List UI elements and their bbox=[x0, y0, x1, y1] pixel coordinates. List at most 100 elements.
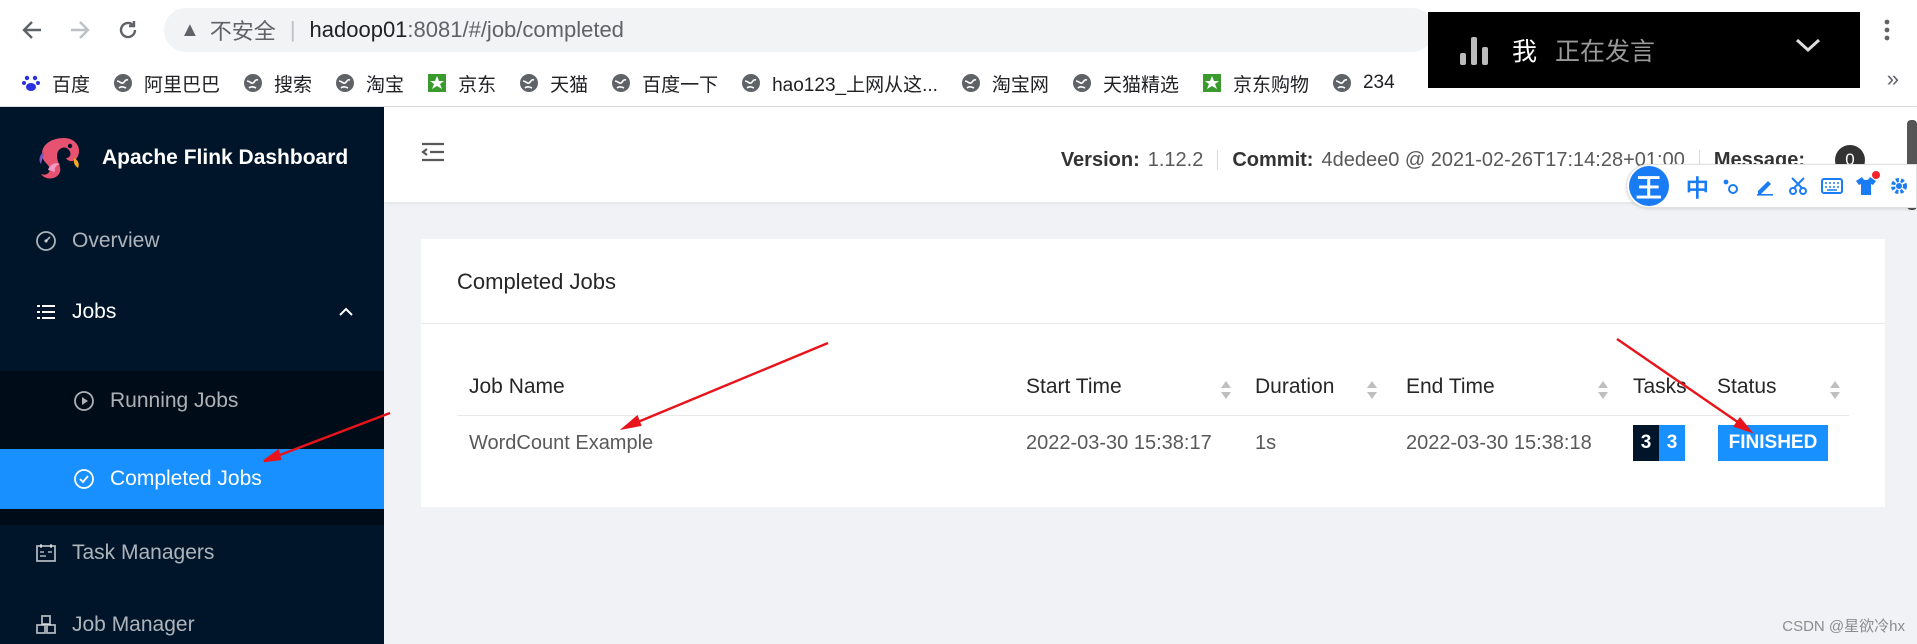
version-value: 1.12.2 bbox=[1147, 148, 1204, 171]
cell-tasks: 3 3 bbox=[1633, 425, 1685, 461]
column-header-duration[interactable]: Duration bbox=[1255, 375, 1334, 399]
column-header-end-time[interactable]: End Time bbox=[1406, 375, 1495, 399]
sidebar-item-task-managers[interactable]: Task Managers bbox=[0, 523, 384, 583]
list-icon bbox=[34, 300, 58, 324]
menu-fold-icon bbox=[421, 142, 444, 162]
globe-icon bbox=[242, 72, 264, 94]
url-divider: | bbox=[289, 17, 296, 42]
play-circle-icon bbox=[72, 389, 96, 413]
url-path: :8081/#/job/completed bbox=[407, 17, 624, 42]
commit-label: Commit: bbox=[1232, 148, 1314, 171]
baidu-paw-icon bbox=[20, 72, 42, 94]
keyboard-icon[interactable] bbox=[1815, 169, 1849, 203]
chevron-up-icon[interactable] bbox=[338, 306, 354, 318]
security-status: 不安全 bbox=[209, 19, 276, 44]
commit-value: 4dedee0 @ 2021-02-26T17:14:28+01:00 bbox=[1321, 148, 1685, 171]
kebab-menu-icon bbox=[1884, 19, 1890, 41]
sort-caret-icon[interactable] bbox=[1596, 378, 1610, 402]
pen-icon[interactable] bbox=[1748, 169, 1782, 203]
sidebar-item-label: Completed Jobs bbox=[110, 467, 262, 490]
bookmark-tmall-select[interactable]: 天猫精选 bbox=[1071, 70, 1179, 97]
sidebar-item-label: Overview bbox=[72, 229, 160, 252]
sidebar-item-jobs[interactable]: Jobs bbox=[0, 282, 384, 342]
globe-icon bbox=[334, 72, 356, 94]
globe-icon bbox=[960, 72, 982, 94]
card-divider bbox=[421, 323, 1885, 324]
menu-fold-button[interactable] bbox=[420, 141, 446, 168]
card-title: Completed Jobs bbox=[457, 269, 616, 294]
reload-icon bbox=[119, 21, 137, 39]
voice-chat-overlay[interactable]: 我 正在发言 bbox=[1428, 12, 1860, 88]
bookmark-234[interactable]: 234 bbox=[1331, 72, 1395, 94]
cell-start-time: 2022-03-30 15:38:17 bbox=[1026, 432, 1212, 454]
speaking-status: 正在发言 bbox=[1555, 38, 1656, 66]
bookmark-search[interactable]: 搜索 bbox=[242, 70, 312, 97]
cell-duration: 1s bbox=[1255, 432, 1277, 454]
sort-caret-icon[interactable] bbox=[1365, 378, 1379, 402]
globe-icon bbox=[610, 72, 632, 94]
scissors-icon[interactable] bbox=[1781, 169, 1815, 203]
bookmark-baidu[interactable]: 百度 bbox=[20, 70, 90, 97]
globe-icon bbox=[112, 72, 134, 94]
check-circle-icon bbox=[72, 467, 96, 491]
sidebar-item-running-jobs[interactable]: Running Jobs bbox=[0, 371, 384, 431]
bookmark-hao123[interactable]: hao123_上网从这... bbox=[740, 70, 938, 97]
column-header-tasks: Tasks bbox=[1633, 375, 1687, 398]
completed-jobs-card: Completed Jobs Job Name Start Time Durat… bbox=[421, 239, 1885, 507]
globe-icon bbox=[518, 72, 540, 94]
cluster-icon bbox=[34, 613, 58, 637]
app-logo[interactable]: Apache Flink Dashboard bbox=[0, 107, 384, 209]
back-arrow-icon bbox=[22, 21, 41, 39]
back-button[interactable] bbox=[14, 12, 50, 48]
ime-logo[interactable]: 王 bbox=[1629, 166, 1669, 206]
sidebar-item-completed-jobs[interactable]: Completed Jobs bbox=[0, 449, 384, 509]
column-header-status[interactable]: Status bbox=[1717, 375, 1777, 399]
column-header-job-name: Job Name bbox=[469, 375, 565, 398]
globe-icon bbox=[1071, 72, 1093, 94]
bookmark-jd[interactable]: 京东 bbox=[426, 70, 496, 97]
audio-level-icon bbox=[1460, 37, 1488, 65]
more-bookmarks-button[interactable]: » bbox=[1887, 66, 1899, 92]
header-divider bbox=[1217, 150, 1219, 170]
dashboard-icon bbox=[34, 229, 58, 253]
forward-arrow-icon bbox=[71, 21, 90, 39]
bookmark-jd-shopping[interactable]: 京东购物 bbox=[1201, 70, 1309, 97]
tasks-finished-badge: 3 bbox=[1659, 425, 1685, 461]
sidebar-item-job-manager[interactable]: Job Manager bbox=[0, 595, 384, 644]
flink-squirrel-logo bbox=[39, 138, 80, 179]
jd-green-icon bbox=[1201, 72, 1223, 94]
globe-icon bbox=[740, 72, 762, 94]
shirt-icon[interactable] bbox=[1849, 169, 1883, 203]
tasks-total-badge: 3 bbox=[1633, 425, 1659, 461]
table-header-divider bbox=[457, 415, 1849, 416]
sidebar-item-label: Jobs bbox=[72, 300, 117, 323]
url-host: hadoop01 bbox=[309, 17, 408, 42]
version-label: Version: bbox=[1060, 148, 1140, 171]
moon-dot-icon[interactable] bbox=[1714, 169, 1748, 203]
speaker-name: 我 bbox=[1512, 38, 1538, 66]
schedule-icon bbox=[34, 541, 58, 565]
browser-menu-button[interactable] bbox=[1875, 14, 1899, 46]
sort-caret-icon[interactable] bbox=[1828, 378, 1842, 402]
address-bar[interactable]: ▲ 不安全 | hadoop01:8081/#/job/completed bbox=[164, 8, 1434, 52]
forward-button[interactable] bbox=[62, 12, 98, 48]
gear-icon[interactable] bbox=[1882, 169, 1916, 203]
chevron-down-icon[interactable] bbox=[1794, 36, 1822, 54]
sidebar-item-overview[interactable]: Overview bbox=[0, 211, 384, 271]
bookmark-taobao-net[interactable]: 淘宝网 bbox=[960, 70, 1049, 97]
reload-button[interactable] bbox=[110, 12, 146, 48]
jd-green-icon bbox=[426, 72, 448, 94]
bookmark-baidu-yixia[interactable]: 百度一下 bbox=[610, 70, 718, 97]
ime-language-toggle[interactable]: 中 bbox=[1681, 169, 1715, 203]
sidebar-item-label: Job Manager bbox=[72, 613, 195, 636]
watermark: CSDN @星欲冷hx bbox=[1782, 618, 1905, 635]
bookmark-taobao[interactable]: 淘宝 bbox=[334, 70, 404, 97]
sidebar-item-label: Running Jobs bbox=[110, 389, 239, 412]
warning-triangle-icon: ▲ bbox=[180, 18, 200, 41]
cell-end-time: 2022-03-30 15:38:18 bbox=[1406, 432, 1592, 454]
sidebar-item-label: Task Managers bbox=[72, 541, 215, 564]
sort-caret-icon[interactable] bbox=[1219, 378, 1233, 402]
column-header-start-time[interactable]: Start Time bbox=[1026, 375, 1122, 399]
bookmark-tmall[interactable]: 天猫 bbox=[518, 70, 588, 97]
bookmark-alibaba[interactable]: 阿里巴巴 bbox=[112, 70, 220, 97]
